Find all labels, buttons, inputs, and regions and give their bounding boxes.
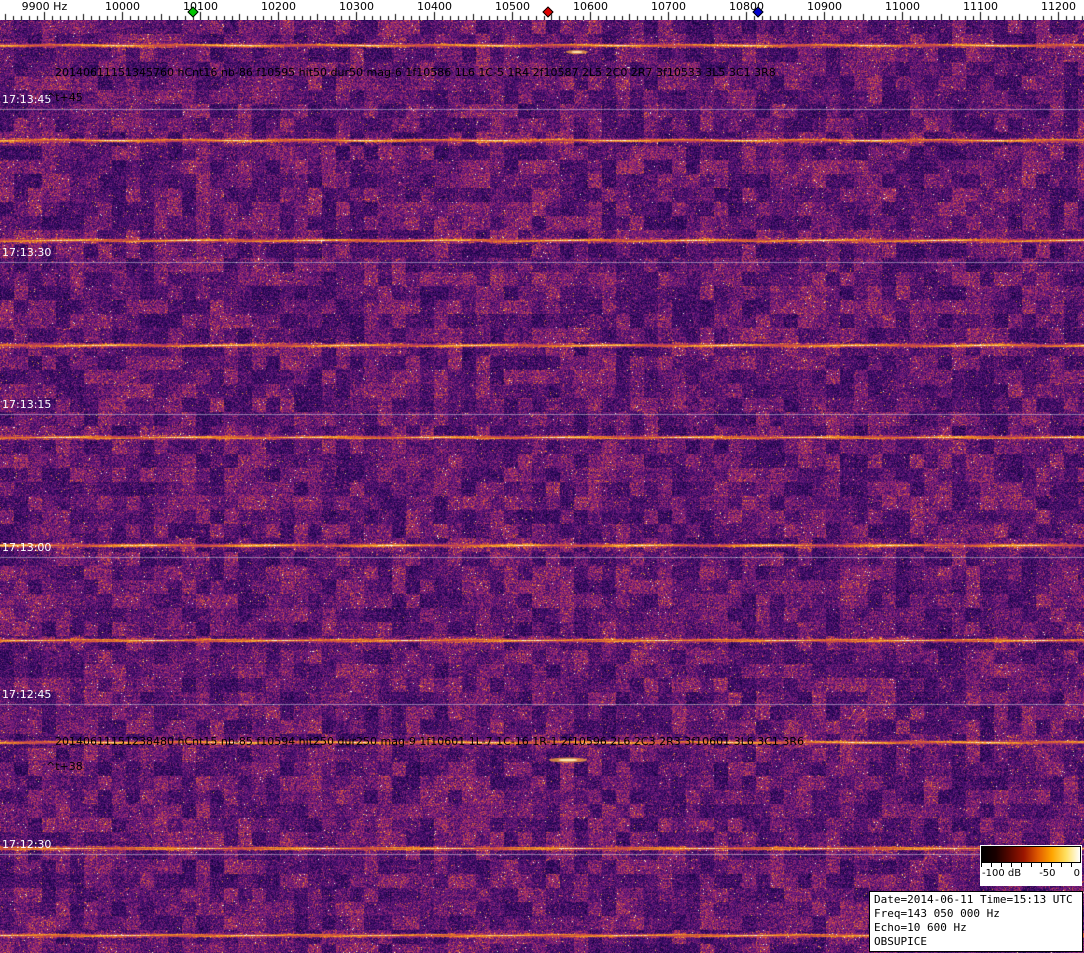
freq-tick-label: 9900 Hz — [21, 0, 68, 13]
colorbar-gradient — [981, 846, 1081, 863]
time-tick-label: 17:13:30 — [2, 246, 52, 259]
info-echo-line: Echo=10 600 Hz — [874, 921, 967, 934]
frequency-ruler-ticks — [0, 0, 1084, 20]
time-tick-label: 17:13:15 — [2, 398, 52, 411]
freq-tick-label: 10300 — [338, 0, 374, 13]
freq-tick-label: 11200 — [1040, 0, 1076, 13]
meteor-event-annotation-1: 20140611151345760 hCnt16 nb-86 f10595 hi… — [55, 66, 776, 79]
freq-tick-label: 11100 — [962, 0, 998, 13]
info-freq-line: Freq=143 050 000 Hz — [874, 907, 1000, 920]
intensity-colorbar: -100 dB -50 0 — [980, 845, 1082, 886]
time-tick-label: 17:13:00 — [2, 541, 52, 554]
info-date-line: Date=2014-06-11 Time=15:13 UTC — [874, 893, 1073, 906]
freq-tick-label: 10200 — [260, 0, 296, 13]
spectrogram-waterfall[interactable] — [0, 20, 1084, 953]
info-station-line: OBSUPICE — [874, 935, 927, 948]
meteor-event-time-tag-1: ^t+45 — [46, 91, 83, 104]
freq-tick-label: 10600 — [572, 0, 608, 13]
time-tick-label: 17:13:45 — [2, 93, 52, 106]
colorbar-min-label: -100 dB — [982, 868, 1022, 879]
colorbar-labels: -100 dB -50 0 — [981, 867, 1081, 880]
frequency-ruler: 9900 Hz 10000 10100 10200 10300 10400 10500 106… — [0, 0, 1084, 20]
colorbar-max-label: 0 — [1073, 868, 1080, 879]
meteor-echo-spectrogram-screen: 9900 Hz 10000 10100 10200 10300 10400 10500 106… — [0, 0, 1084, 953]
freq-tick-label: 10000 — [104, 0, 140, 13]
freq-tick-label: 10900 — [806, 0, 842, 13]
freq-tick-label: 10400 — [416, 0, 452, 13]
time-tick-label: 17:12:30 — [2, 838, 52, 851]
observation-info-box: Date=2014-06-11 Time=15:13 UTC Freq=143 … — [869, 891, 1083, 952]
freq-tick-label: 10500 — [494, 0, 530, 13]
freq-tick-label: 10700 — [650, 0, 686, 13]
time-tick-label: 17:12:45 — [2, 688, 52, 701]
meteor-event-annotation-2: 20140611151238480 hCnt15 nb-85 f10594 hi… — [55, 735, 805, 748]
freq-tick-label: 11000 — [884, 0, 920, 13]
colorbar-mid-label: -50 — [1039, 868, 1056, 879]
meteor-event-time-tag-2: ^t+38 — [46, 760, 83, 773]
